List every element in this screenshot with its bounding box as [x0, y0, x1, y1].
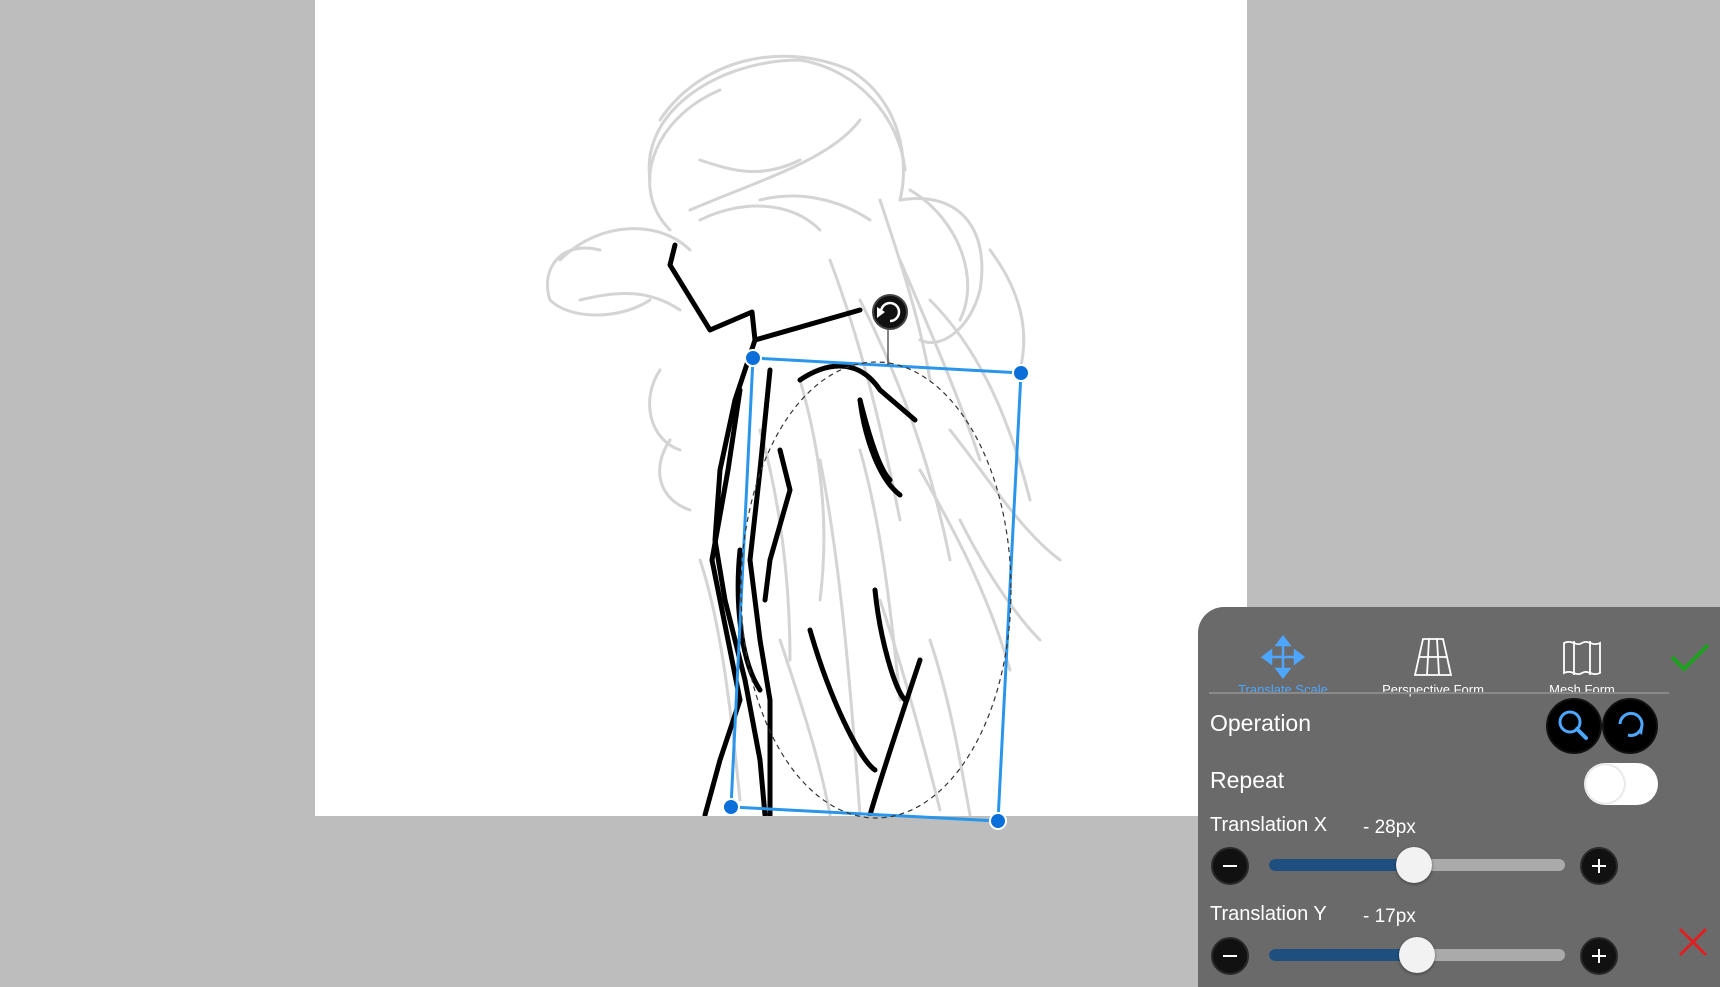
resize-handle-bottom-left[interactable]: [722, 798, 740, 816]
translation-y-decrement-button[interactable]: [1211, 937, 1249, 975]
tab-label: Translate Scale: [1238, 682, 1328, 697]
move-arrows-icon: [1261, 635, 1305, 679]
plus-icon: [1592, 949, 1606, 963]
ink-strokes: [667, 242, 923, 816]
slider-fill: [1269, 859, 1415, 871]
translation-x-value: - 28px: [1363, 817, 1416, 838]
translation-y-label: Translation Y: [1210, 903, 1327, 925]
translation-x-increment-button[interactable]: [1580, 847, 1618, 885]
minus-icon: [1223, 865, 1237, 867]
translation-y-increment-button[interactable]: [1580, 937, 1618, 975]
mesh-map-icon: [1563, 640, 1601, 676]
translation-x-decrement-button[interactable]: [1211, 847, 1249, 885]
tab-mesh-form[interactable]: Mesh Form: [1507, 617, 1657, 697]
repeat-label: Repeat: [1210, 767, 1285, 793]
tab-label: Mesh Form: [1549, 682, 1615, 697]
resize-handle-top-left[interactable]: [744, 349, 762, 367]
zoom-operation-button[interactable]: [1546, 698, 1602, 754]
repeat-toggle[interactable]: [1584, 763, 1658, 805]
sketch-guide-lines: [545, 54, 1062, 816]
tab-label: Perspective Form: [1382, 682, 1484, 697]
plus-icon: [1592, 859, 1606, 873]
rotate-operation-button[interactable]: [1602, 698, 1658, 754]
zoom-icon: [1558, 710, 1588, 740]
transform-bounding-box: [729, 330, 1023, 823]
transform-panel: Translate Scale Perspective Form Mesh Fo…: [1198, 607, 1720, 987]
tab-translate-scale[interactable]: Translate Scale: [1208, 617, 1358, 697]
cancel-close-icon[interactable]: [1676, 925, 1710, 959]
resize-handle-top-right[interactable]: [1012, 364, 1030, 382]
translation-y-value: - 17px: [1363, 906, 1416, 927]
toggle-knob[interactable]: [1586, 765, 1624, 803]
tab-divider: [1209, 692, 1669, 694]
rotate-handle-icon[interactable]: [872, 294, 908, 330]
tab-perspective-form[interactable]: Perspective Form: [1358, 617, 1508, 697]
translation-y-slider-thumb[interactable]: [1399, 937, 1435, 973]
rotate-icon: [1618, 711, 1644, 737]
minus-icon: [1223, 955, 1237, 957]
translation-x-label: Translation X: [1210, 814, 1328, 836]
confirm-checkmark-icon[interactable]: [1668, 635, 1712, 679]
translation-x-slider-thumb[interactable]: [1396, 847, 1433, 883]
slider-fill: [1269, 949, 1417, 961]
operation-label: Operation: [1210, 710, 1312, 736]
perspective-grid-icon: [1413, 638, 1453, 676]
resize-handle-bottom-right[interactable]: [989, 812, 1007, 830]
